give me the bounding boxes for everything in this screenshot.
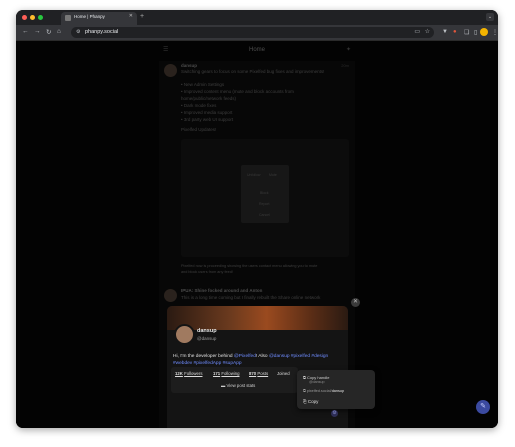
following-count: 171 xyxy=(213,371,221,376)
site-info-icon[interactable]: ⚙ xyxy=(76,29,80,35)
side-panel-icon[interactable]: ▯ xyxy=(474,29,477,36)
avatar[interactable] xyxy=(174,324,195,345)
bio-hashtag-links[interactable]: #webdev #pixelfedApp #supApp xyxy=(173,361,242,366)
bio-hashtag-links[interactable]: @dansup #pixelfed #design xyxy=(269,354,328,359)
instance-username: dansup xyxy=(331,389,345,393)
copy-menu-item[interactable]: ⎘ Copy xyxy=(303,399,318,404)
bio-text: Hi, I'm the developer behind xyxy=(173,354,234,359)
url-text[interactable]: phanpy.social xyxy=(85,29,118,35)
followers-count: 12K xyxy=(175,371,183,376)
back-icon[interactable]: ← xyxy=(22,28,29,35)
profile-display-name: dansup xyxy=(197,328,217,334)
settings-gear-icon[interactable]: ⚙ xyxy=(331,410,338,417)
posts-count: 870 xyxy=(249,371,257,376)
extensions-puzzle-icon[interactable]: ❏ xyxy=(464,29,469,36)
view-post-stats-label: View post stats xyxy=(226,383,256,388)
forward-icon[interactable]: → xyxy=(34,28,41,35)
page-content: ☰ Home ✦ dansup 20m Switching gears to f… xyxy=(16,41,498,428)
close-window-icon[interactable] xyxy=(22,15,27,20)
profile-avatar-icon[interactable] xyxy=(480,28,488,36)
profile-bio: Hi, I'm the developer behind @Pixelfed! … xyxy=(173,354,328,359)
bio-mention-link[interactable]: @Pixelfed xyxy=(234,354,256,359)
bio-text: ! Also xyxy=(255,354,269,359)
compose-button[interactable]: ✎ xyxy=(476,400,490,414)
handle-context-menu: ⧉ Copy handle @dansup ⧉ pixelfed.social/… xyxy=(297,370,375,409)
browser-toolbar: ← → ↻ ⌂ ⚙ phanpy.social ▭ ☆ ▼ ● ❏ ▯ ⋮ xyxy=(16,25,498,41)
bookmark-star-icon[interactable]: ☆ xyxy=(425,28,430,35)
following-stat[interactable]: 171 Following xyxy=(213,371,240,376)
posts-label: Posts xyxy=(257,371,269,376)
instance-handle-menu-item[interactable]: ⧉ pixelfed.social/dansup xyxy=(303,389,344,393)
tab-close-icon[interactable]: ✕ xyxy=(129,13,133,19)
copy-handle-subtext: @dansup xyxy=(309,380,325,384)
profile-banner xyxy=(167,306,348,330)
tab-title: Home | Phanpy xyxy=(74,14,105,19)
home-icon[interactable]: ⌂ xyxy=(57,28,61,35)
address-bar[interactable]: ⚙ phanpy.social ▭ ☆ xyxy=(71,27,434,38)
profile-stats-panel: 12K Followers 171 Following 870 Posts Jo… xyxy=(171,367,298,393)
favicon-icon xyxy=(65,15,71,21)
new-tab-button[interactable]: + xyxy=(140,13,144,20)
extension-red-icon[interactable]: ● xyxy=(453,29,457,35)
tab-search-button[interactable]: ⌄ xyxy=(486,13,494,21)
minimize-window-icon[interactable] xyxy=(30,15,35,20)
following-label: Following xyxy=(221,371,240,376)
copy-label: Copy xyxy=(307,399,319,404)
extension-icon[interactable]: ▼ xyxy=(442,29,448,35)
profile-sheet: dansup @dansup Hi, I'm the developer beh… xyxy=(167,306,348,428)
browser-menu-icon[interactable]: ⋮ xyxy=(492,29,498,36)
joined-label: Joined xyxy=(277,371,290,376)
instance-domain: pixelfed.social/ xyxy=(306,389,332,393)
followers-label: Followers xyxy=(184,371,203,376)
profile-handle[interactable]: @dansup xyxy=(197,336,216,341)
maximize-window-icon[interactable] xyxy=(38,15,43,20)
view-post-stats-button[interactable]: ▬ View post stats xyxy=(221,383,255,388)
posts-stat[interactable]: 870 Posts xyxy=(249,371,268,376)
browser-window: Home | Phanpy ✕ + ⌄ ← → ↻ ⌂ ⚙ phanpy.soc… xyxy=(16,10,498,428)
tab-bar: Home | Phanpy ✕ + ⌄ xyxy=(16,10,498,25)
install-app-icon[interactable]: ▭ xyxy=(414,28,420,35)
browser-tab[interactable]: Home | Phanpy ✕ xyxy=(61,12,137,25)
followers-stat[interactable]: 12K Followers xyxy=(175,371,202,376)
close-sheet-button[interactable]: ✕ xyxy=(351,298,360,307)
reload-icon[interactable]: ↻ xyxy=(46,28,51,36)
